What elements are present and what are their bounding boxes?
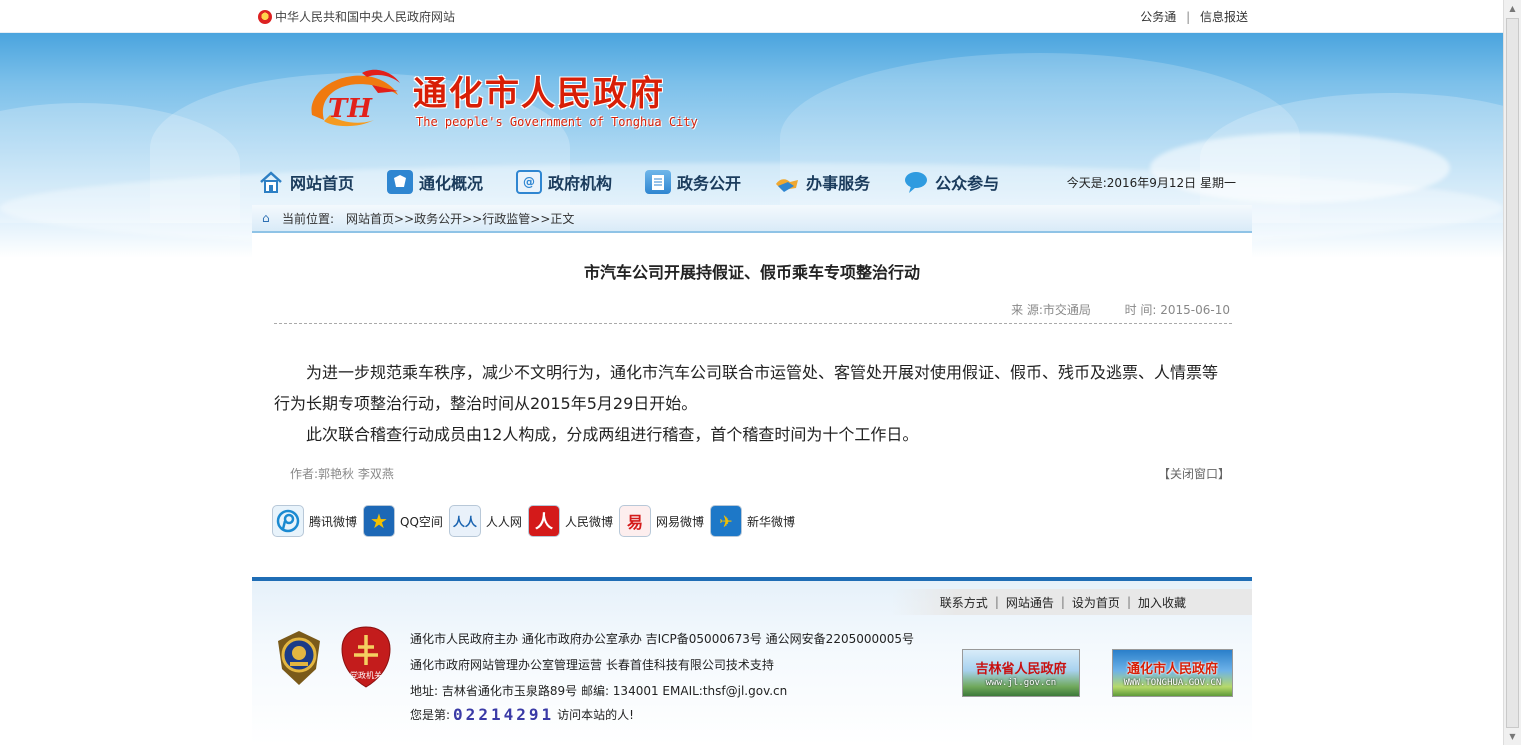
svg-text:党政机关: 党政机关 [350,670,382,680]
share-label: 人民微博 [564,514,613,529]
share-xinhua-weibo[interactable]: ✈ 新华微博 [709,505,795,537]
article-source: 来 源:市交通局 [1011,303,1091,317]
visitor-counter: 您是第: 02214291 访问本站的人! [410,705,634,724]
tonghua-gov-banner[interactable]: 通化市人民政府 WWW.TONGHUA.GOV.CN [1112,649,1233,697]
document-icon [645,170,672,194]
article: 市汽车公司开展持假证、假币乘车专项整治行动 来 源:市交通局 时 间: 2015… [252,233,1252,568]
footer-line: 通化市人民政府主办 通化市政府办公室承办 吉ICP备05000673号 通公网安… [410,632,915,646]
share-people-weibo[interactable]: 人 人民微博 [527,505,613,537]
banner-url: www.jl.gov.cn [985,678,1057,688]
breadcrumb-label: 当前位置: [282,211,335,226]
chat-bubble-icon [903,170,929,194]
close-window-link[interactable]: 【关闭窗口】 [1158,465,1230,482]
breadcrumb: ⌂ 当前位置: 网站首页>>政务公开>>行政监管>>正文 [252,205,1252,233]
top-right-links: 公务通 | 信息报送 [1140,8,1248,25]
jilin-gov-banner[interactable]: 吉林省人民政府 www.jl.gov.cn [962,649,1080,697]
xinhua-weibo-icon: ✈ [709,505,742,537]
building-icon: @ [516,170,543,194]
netease-weibo-icon: 易 [618,505,651,537]
nav-item-home[interactable]: 网站首页 [258,170,354,194]
share-qzone[interactable]: ★ QQ空间 [363,505,443,537]
nav-item-label: 办事服务 [806,174,871,193]
share-label: QQ空间 [400,514,443,529]
top-bar: 中华人民共和国中央人民政府网站 公务通 | 信息报送 [0,0,1503,33]
nav-item-label: 政务公开 [677,174,742,193]
link-gongwutong[interactable]: 公务通 [1140,10,1176,24]
counter-prefix: 您是第: [410,708,451,722]
footer: 联系方式 | 网站通告 | 设为首页 | 加入收藏 党政机关 通化市人民政府主办… [252,577,1252,745]
divider: | [1186,10,1191,24]
handshake-icon [774,170,800,194]
nav-item-label: 政府机构 [548,174,613,193]
footer-links: 联系方式 | 网站通告 | 设为首页 | 加入收藏 [892,589,1252,615]
divider [274,323,1232,324]
banner-title: 吉林省人民政府 [975,662,1067,677]
qzone-icon: ★ [363,505,396,537]
article-meta: 来 源:市交通局 时 间: 2015-06-10 [1011,301,1230,318]
footer-info: 通化市人民政府主办 通化市政府办公室承办 吉ICP备05000673号 通公网安… [410,626,914,704]
national-emblem-icon [258,9,272,24]
counter-value: 02214291 [453,705,555,724]
site-title: 通化市人民政府 [413,74,665,114]
tencent-weibo-icon [272,505,304,537]
tonghua-logo-icon[interactable]: TH [302,65,402,131]
site-subtitle: The people's Government of Tonghua City [416,115,698,129]
scrollbar-thumb[interactable] [1506,18,1519,728]
share-netease-weibo[interactable]: 易 网易微博 [618,505,704,537]
link-info-report[interactable]: 信息报送 [1200,10,1248,24]
breadcrumb-path[interactable]: 网站首页>>政务公开>>行政监管>>正文 [346,210,574,227]
divider: | [994,595,999,609]
nav-item-public-participation[interactable]: 公众参与 [903,170,999,194]
central-gov-link-label: 中华人民共和国中央人民政府网站 [275,10,456,24]
nav-item-overview[interactable]: 通化概况 [387,170,483,194]
nav-item-organizations[interactable]: @ 政府机构 [516,170,612,194]
renren-icon: 人人 [448,505,481,537]
scroll-up-icon[interactable]: ▲ [1504,0,1521,17]
footer-line: 通化市政府网站管理办公室管理运营 长春首佳科技有限公司技术支持 [410,658,774,672]
link-contact[interactable]: 联系方式 [940,594,988,611]
home-icon [258,170,284,194]
share-renren[interactable]: 人人 人人网 [448,505,522,537]
article-time: 时 间: 2015-06-10 [1124,303,1230,317]
article-body: 为进一步规范乘车秩序，减少不文明行为，通化市汽车公司联合市运管处、客管处开展对使… [274,357,1232,450]
banner-url: WWW.TONGHUA.GOV.CN [1123,678,1222,688]
today-date: 今天是:2016年9月12日 星期一 [1066,176,1236,190]
people-weibo-icon: 人 [527,505,560,537]
article-title: 市汽车公司开展持假证、假币乘车专项整治行动 [583,263,920,282]
svg-text:TH: TH [328,94,373,124]
share-label: 腾讯微博 [309,514,358,529]
share-label: 新华微博 [746,514,795,529]
nav-item-services[interactable]: 办事服务 [774,170,870,194]
home-small-icon: ⌂ [262,211,270,225]
party-gov-badge-icon[interactable]: 党政机关 [340,625,392,689]
share-bar: 腾讯微博 ★ QQ空间 人人 人人网 人 人民微博 易 网易微博 ✈ 新华微博 [272,505,801,537]
vertical-scrollbar[interactable]: ▲ ▼ [1503,0,1521,745]
nav-item-label: 网站首页 [290,174,355,193]
nav-item-gov-affairs[interactable]: 政务公开 [645,170,741,194]
article-author: 作者:郭艳秋 李双燕 [290,467,394,481]
article-paragraph: 为进一步规范乘车秩序，减少不文明行为，通化市汽车公司联合市运管处、客管处开展对使… [274,363,1219,413]
share-label: 人人网 [485,514,522,529]
scroll-down-icon[interactable]: ▼ [1504,728,1521,745]
nav-item-label: 通化概况 [419,174,484,193]
counter-suffix: 访问本站的人! [557,708,634,722]
link-set-homepage[interactable]: 设为首页 [1072,594,1120,611]
map-icon [387,170,414,194]
article-paragraph: 此次联合稽查行动成员由12人构成，分成两组进行稽查，首个稽查时间为十个工作日。 [306,425,919,444]
link-site-notice[interactable]: 网站通告 [1006,594,1054,611]
share-label: 网易微博 [655,514,704,529]
link-add-favorite[interactable]: 加入收藏 [1138,594,1186,611]
nav-item-label: 公众参与 [935,174,1000,193]
banner-title: 通化市人民政府 [1126,662,1218,677]
share-tencent-weibo[interactable]: 腾讯微博 [272,505,357,537]
divider: | [1060,595,1065,609]
central-gov-link[interactable]: 中华人民共和国中央人民政府网站 [258,8,455,25]
police-badge-icon[interactable] [274,629,324,687]
divider: | [1126,595,1131,609]
footer-line: 地址: 吉林省通化市玉泉路89号 邮编: 134001 EMAIL:thsf@j… [410,684,788,698]
main-nav: 网站首页 通化概况 @ 政府机构 政务公开 办事服务 公众参与 今天是:2016… [258,165,1248,199]
